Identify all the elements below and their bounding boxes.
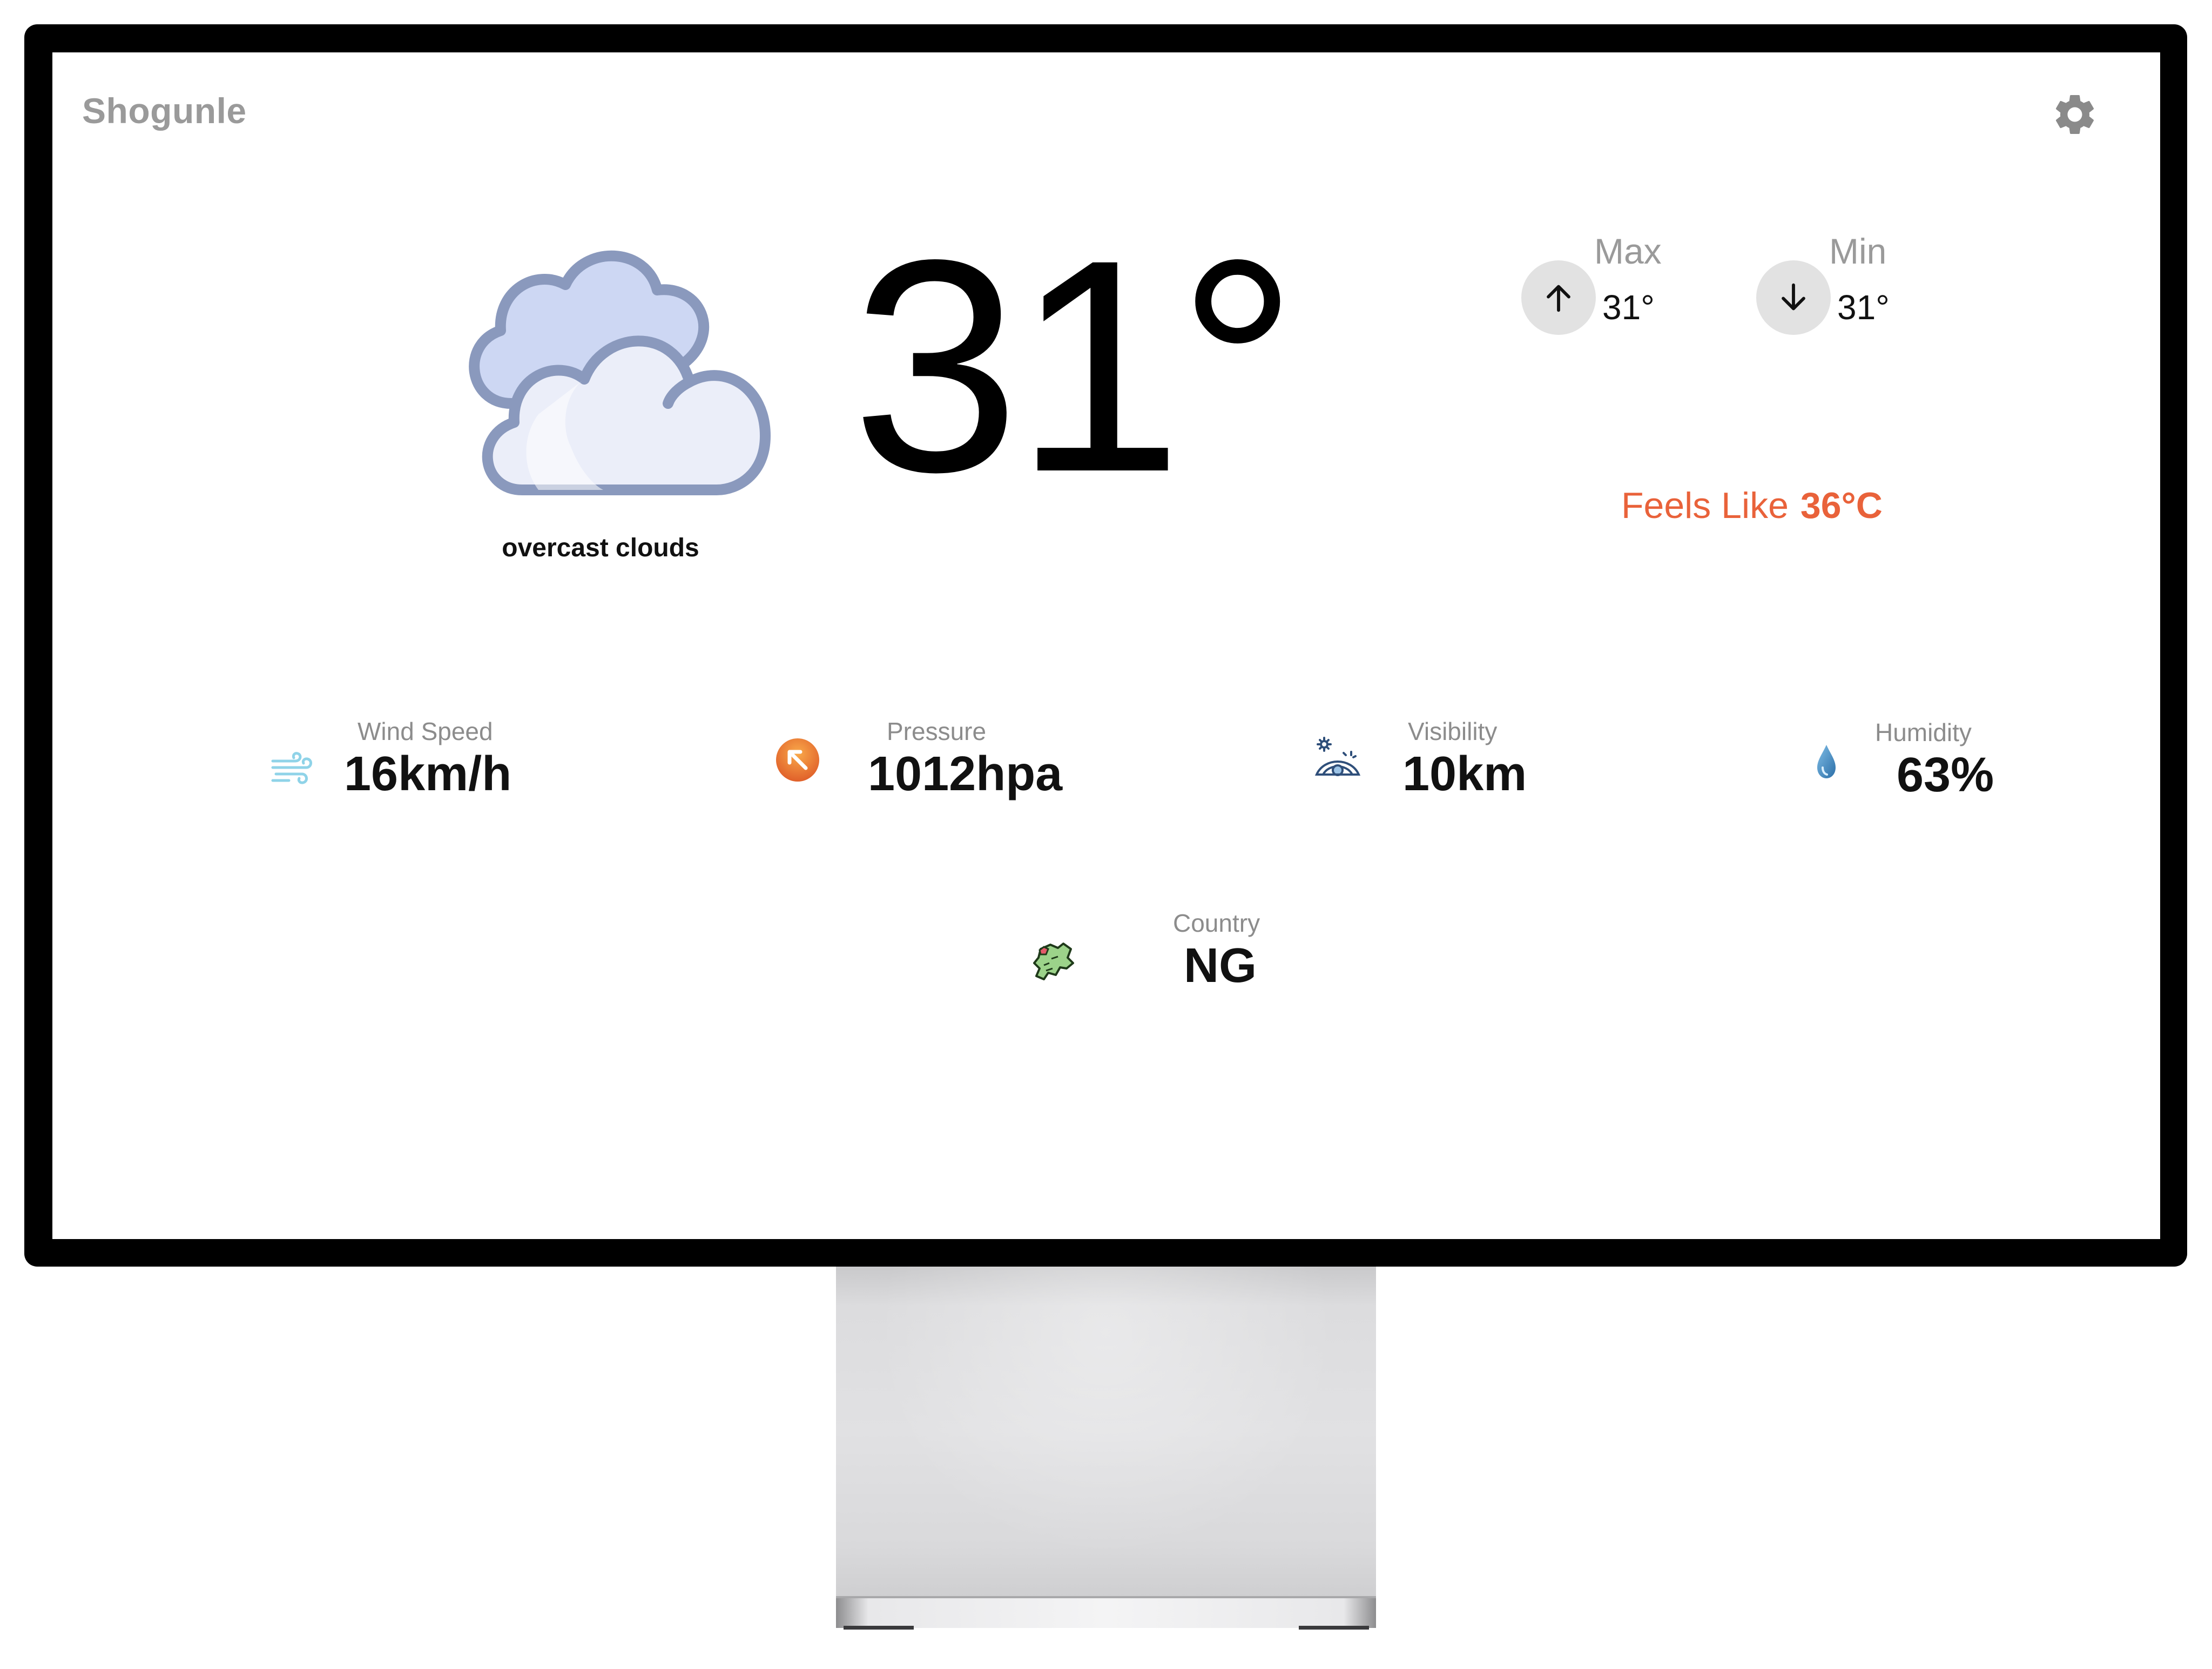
monitor-foot-left [844, 1626, 914, 1630]
feels-like: Feels Like 36°C [1621, 484, 1883, 527]
arrow-up-icon [1547, 285, 1570, 312]
visibility-eye-icon [1314, 737, 1361, 776]
pressure-value: 1012hpa [868, 747, 1063, 801]
current-temperature: 31° [852, 197, 1298, 535]
wind-speed-value: 16km/h [344, 747, 512, 801]
app-brand: Shogunle [82, 91, 247, 131]
min-value: 31° [1837, 288, 1890, 327]
humidity-label: Humidity [1875, 718, 1972, 746]
country-map-icon [1033, 943, 1074, 980]
min-label: Min [1829, 231, 1887, 271]
monitor-stand-neck [836, 1267, 1376, 1596]
canvas: Shogunle overcast clouds 31° Max 31° Min… [0, 0, 2212, 1669]
wind-icon [271, 752, 312, 784]
monitor-foot-right [1299, 1626, 1369, 1630]
weather-app-screen: Shogunle overcast clouds 31° Max 31° Min… [52, 52, 2160, 1239]
gear-icon [2055, 95, 2094, 134]
max-value: 31° [1602, 288, 1655, 327]
visibility-label: Visibility [1408, 717, 1498, 745]
monitor-stand-base [836, 1596, 1376, 1628]
min-button[interactable] [1756, 260, 1831, 335]
settings-button[interactable] [2051, 90, 2099, 139]
weather-description: overcast clouds [502, 534, 699, 562]
feels-like-value: 36°C [1800, 485, 1883, 526]
feels-like-label: Feels Like [1621, 485, 1789, 526]
wind-speed-label: Wind Speed [358, 717, 493, 745]
humidity-value: 63% [1897, 748, 1994, 802]
water-drop-icon [1817, 745, 1836, 778]
pressure-arrow-icon [776, 738, 819, 782]
max-button[interactable] [1521, 260, 1596, 335]
country-value: NG [1184, 939, 1257, 993]
visibility-value: 10km [1402, 747, 1527, 801]
overcast-clouds-icon [469, 250, 771, 495]
country-label: Country [1173, 909, 1260, 937]
pressure-label: Pressure [887, 717, 987, 745]
arrow-down-icon [1782, 283, 1805, 311]
max-label: Max [1594, 231, 1662, 271]
